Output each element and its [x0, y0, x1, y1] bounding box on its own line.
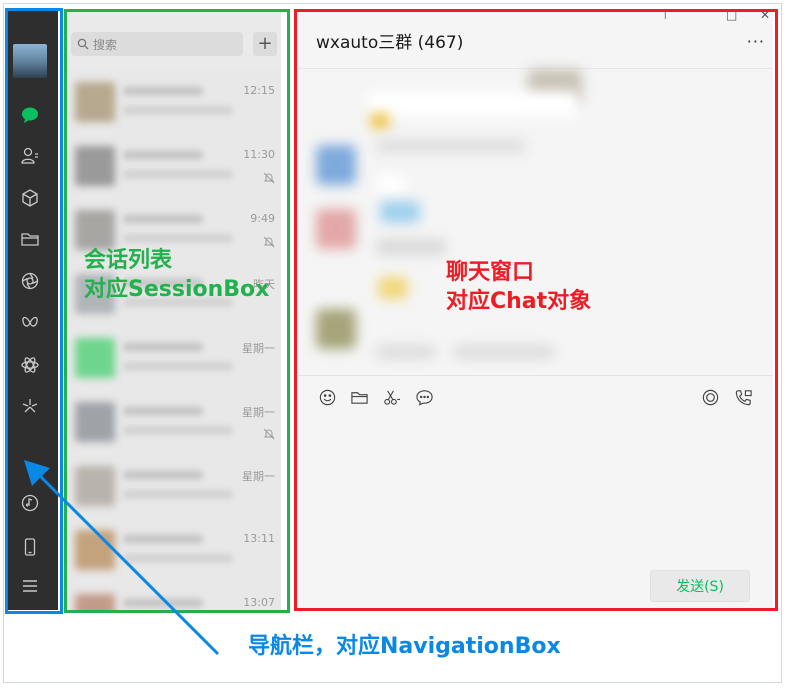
session-annotation-line2: 对应SessionBox [84, 277, 270, 302]
session-annotation: 会话列表 对应SessionBox [84, 246, 269, 304]
chat-annotation-line2: 对应Chat对象 [446, 289, 592, 314]
navigation-highlight-box [5, 8, 63, 614]
session-annotation-line1: 会话列表 [84, 248, 173, 273]
navigation-annotation: 导航栏，对应NavigationBox [248, 634, 561, 659]
chat-annotation: 聊天窗口 对应Chat对象 [446, 258, 591, 316]
session-highlight-box [64, 9, 290, 613]
chat-annotation-line1: 聊天窗口 [446, 260, 535, 285]
